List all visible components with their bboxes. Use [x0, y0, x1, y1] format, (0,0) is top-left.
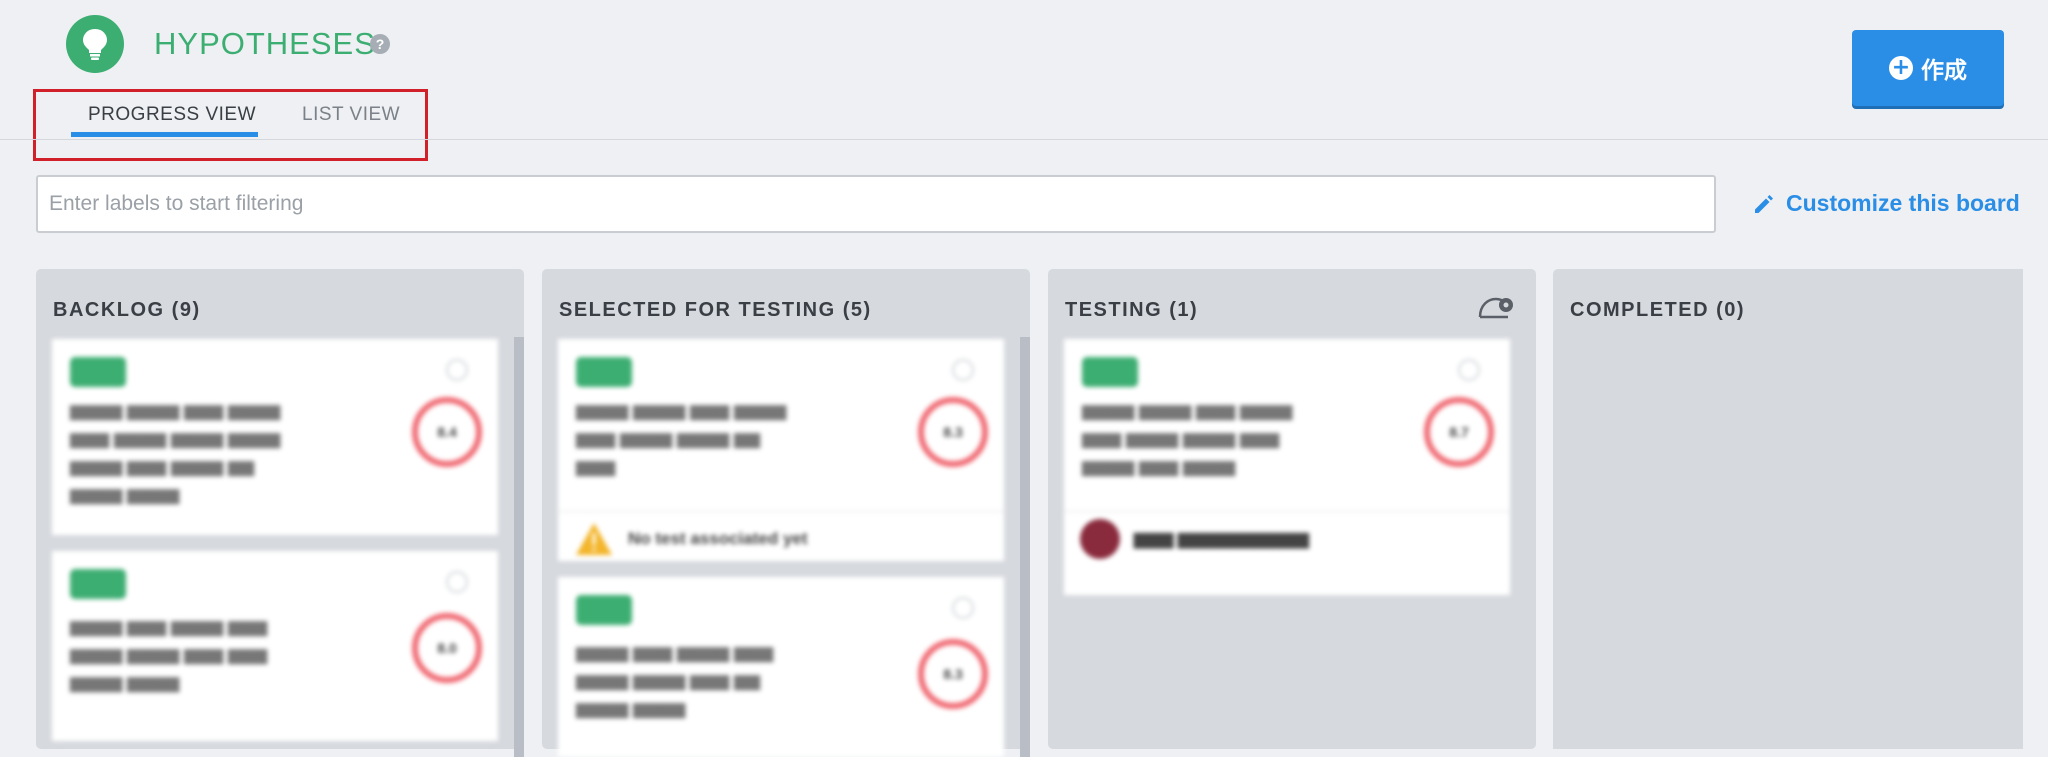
hypothesis-card[interactable]: ▆▆▆▆ ▆▆▆▆ ▆▆▆ ▆▆▆▆ ▆▆▆ ▆▆▆▆ ▆▆▆▆ ▆▆▆ ▆▆▆▆ … — [1064, 339, 1510, 595]
card-menu-icon[interactable] — [952, 597, 974, 619]
no-test-warning: No test associated yet — [574, 521, 808, 557]
column-title: TESTING (1) — [1065, 299, 1199, 321]
score-ring: 8.0 — [412, 613, 482, 683]
column-settings-icon — [1478, 297, 1513, 319]
label-filter-input[interactable] — [36, 175, 1716, 233]
plus-circle-icon: + — [1889, 56, 1913, 80]
hypothesis-card[interactable]: ▆▆▆▆ ▆▆▆▆ ▆▆▆ ▆▆▆▆ ▆▆▆ ▆▆▆▆ ▆▆▆▆ ▆▆▆▆ ▆▆▆▆… — [52, 339, 498, 535]
card-menu-icon[interactable] — [446, 571, 468, 593]
score-ring: 8.7 — [1424, 397, 1494, 467]
pencil-icon — [1755, 194, 1773, 213]
customize-board-link[interactable]: Customize this board — [1752, 190, 2020, 217]
score-ring: 8.3 — [918, 397, 988, 467]
active-tab-underline — [71, 132, 258, 137]
column-testing: TESTING (1) ▆▆▆▆ ▆▆▆▆ ▆▆▆ ▆▆▆▆ ▆▆▆ ▆▆▆▆ ▆… — [1048, 269, 1536, 749]
card-menu-icon[interactable] — [1458, 359, 1480, 381]
card-menu-icon[interactable] — [446, 359, 468, 381]
card-text: ▆▆▆▆ ▆▆▆ ▆▆▆▆ ▆▆▆ ▆▆▆▆ ▆▆▆▆ ▆▆▆ ▆▆ ▆▆▆▆ ▆▆… — [576, 643, 774, 718]
card-label-tag — [70, 357, 126, 387]
card-menu-icon[interactable] — [952, 359, 974, 381]
column-title: COMPLETED (0) — [1570, 299, 1746, 321]
card-owner-row: ▆▆▆ ▆▆▆▆▆▆▆▆▆▆ — [1080, 519, 1309, 559]
warning-icon — [576, 523, 612, 555]
card-text: ▆▆▆▆ ▆▆▆▆ ▆▆▆ ▆▆▆▆ ▆▆▆ ▆▆▆▆ ▆▆▆▆ ▆▆▆▆ ▆▆▆▆… — [70, 401, 281, 504]
card-label-tag — [70, 569, 126, 599]
create-button[interactable]: + 作成 — [1852, 30, 2004, 106]
create-button-label: 作成 — [1921, 58, 1967, 84]
customize-board-label: Customize this board — [1786, 190, 2020, 216]
card-label-tag — [1082, 357, 1138, 387]
help-icon[interactable]: ? — [370, 34, 390, 54]
column-scrollbar[interactable] — [514, 337, 524, 757]
column-backlog: BACKLOG (9) ▆▆▆▆ ▆▆▆▆ ▆▆▆ ▆▆▆▆ ▆▆▆ ▆▆▆▆ ▆… — [36, 269, 524, 757]
header-lightbulb-badge — [66, 15, 124, 73]
header-divider — [0, 139, 2048, 140]
hypothesis-card[interactable]: ▆▆▆▆ ▆▆▆ ▆▆▆▆ ▆▆▆ ▆▆▆▆ ▆▆▆▆ ▆▆▆ ▆▆ ▆▆▆▆ ▆▆… — [558, 577, 1004, 757]
card-owner-text: ▆▆▆ ▆▆▆▆▆▆▆▆▆▆ — [1134, 529, 1309, 548]
column-selected-for-testing: SELECTED FOR TESTING (5) ▆▆▆▆ ▆▆▆▆ ▆▆▆ ▆… — [542, 269, 1030, 757]
card-text: ▆▆▆▆ ▆▆▆▆ ▆▆▆ ▆▆▆▆ ▆▆▆ ▆▆▆▆ ▆▆▆▆ ▆▆▆ ▆▆▆▆ … — [1082, 401, 1293, 476]
avatar — [1080, 519, 1120, 559]
card-divider — [558, 511, 1004, 512]
no-test-warning-text: No test associated yet — [628, 529, 808, 548]
tab-progress-view[interactable]: PROGRESS VIEW — [88, 104, 256, 126]
page-title: HYPOTHESES — [154, 26, 376, 61]
score-ring: 8.4 — [412, 397, 482, 467]
lightbulb-icon — [83, 29, 107, 60]
card-text: ▆▆▆▆ ▆▆▆▆ ▆▆▆ ▆▆▆▆ ▆▆▆ ▆▆▆▆ ▆▆▆▆ ▆▆ ▆▆▆ — [576, 401, 787, 476]
tab-list-view[interactable]: LIST VIEW — [302, 104, 400, 126]
column-completed: COMPLETED (0) — [1553, 269, 2023, 749]
column-settings[interactable] — [1476, 293, 1516, 326]
score-ring: 8.3 — [918, 639, 988, 709]
hypothesis-card[interactable]: ▆▆▆▆ ▆▆▆ ▆▆▆▆ ▆▆▆ ▆▆▆▆ ▆▆▆▆ ▆▆▆ ▆▆▆ ▆▆▆▆ ▆… — [52, 551, 498, 741]
card-label-tag — [576, 357, 632, 387]
card-label-tag — [576, 595, 632, 625]
card-text: ▆▆▆▆ ▆▆▆ ▆▆▆▆ ▆▆▆ ▆▆▆▆ ▆▆▆▆ ▆▆▆ ▆▆▆ ▆▆▆▆ ▆… — [70, 617, 268, 692]
column-title: SELECTED FOR TESTING (5) — [559, 299, 872, 321]
column-title: BACKLOG (9) — [53, 299, 201, 321]
card-divider — [1064, 511, 1510, 512]
column-scrollbar[interactable] — [1020, 337, 1030, 757]
hypothesis-card[interactable]: ▆▆▆▆ ▆▆▆▆ ▆▆▆ ▆▆▆▆ ▆▆▆ ▆▆▆▆ ▆▆▆▆ ▆▆ ▆▆▆ 8.… — [558, 339, 1004, 561]
